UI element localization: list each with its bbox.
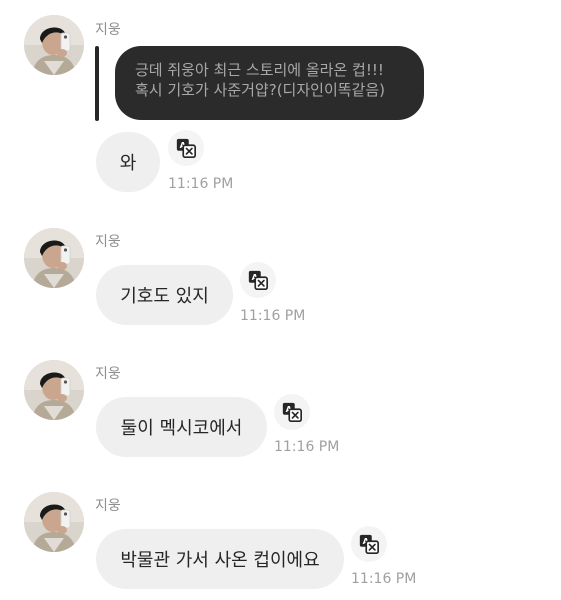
message-timestamp: 11:16 PM bbox=[168, 176, 234, 192]
replied-message-quote[interactable]: 긍데 쥐웅아 최근 스토리에 올라온 컵!!! 혹시 기호가 사준거얍?(디자인… bbox=[115, 46, 424, 120]
sender-name: 지웅 bbox=[95, 234, 121, 250]
message-bubble[interactable]: 둘이 멕시코에서 bbox=[96, 397, 267, 457]
quote-line: 긍데 쥐웅아 최근 스토리에 올라온 컵!!! bbox=[135, 61, 384, 79]
message-timestamp: 11:16 PM bbox=[274, 439, 340, 455]
translate-button[interactable] bbox=[168, 130, 204, 166]
translate-icon bbox=[358, 533, 380, 555]
profile-photo-icon bbox=[24, 360, 84, 420]
avatar[interactable] bbox=[24, 360, 84, 420]
message-bubble[interactable]: 박물관 가서 사온 컵이에요 bbox=[96, 529, 344, 589]
translate-icon bbox=[281, 401, 303, 423]
message-timestamp: 11:16 PM bbox=[351, 571, 417, 587]
translate-icon bbox=[247, 269, 269, 291]
quote-line: 혹시 기호가 사준거얍?(디자인이똑같음) bbox=[135, 81, 386, 99]
profile-photo-icon bbox=[24, 492, 84, 552]
translate-button[interactable] bbox=[240, 262, 276, 298]
message-timestamp: 11:16 PM bbox=[240, 308, 306, 324]
message-bubble[interactable]: 기호도 있지 bbox=[96, 265, 233, 325]
reply-bar bbox=[95, 46, 99, 121]
message-bubble[interactable]: 와 bbox=[96, 132, 160, 192]
translate-icon bbox=[175, 137, 197, 159]
sender-name: 지웅 bbox=[95, 498, 121, 514]
translate-button[interactable] bbox=[274, 394, 310, 430]
profile-photo-icon bbox=[24, 15, 84, 75]
avatar[interactable] bbox=[24, 492, 84, 552]
profile-photo-icon bbox=[24, 228, 84, 288]
sender-name: 지웅 bbox=[95, 366, 121, 382]
sender-name: 지웅 bbox=[95, 22, 121, 38]
avatar[interactable] bbox=[24, 228, 84, 288]
translate-button[interactable] bbox=[351, 526, 387, 562]
avatar[interactable] bbox=[24, 15, 84, 75]
